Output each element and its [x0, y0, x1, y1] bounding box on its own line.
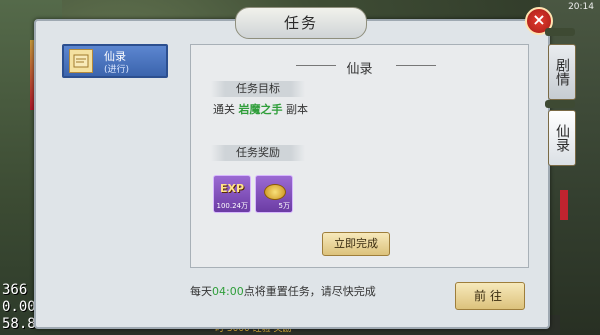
divider-right	[396, 65, 436, 66]
reward-coin[interactable]: 5万	[255, 175, 293, 213]
scroll-icon	[69, 49, 93, 73]
goal-dungeon-name: 岩魔之手	[238, 103, 283, 116]
task-detail-title: 仙录	[346, 62, 373, 77]
status-time: 20:14	[568, 2, 594, 12]
copper-coin-icon	[264, 184, 286, 200]
task-goal: 通关 岩魔之手 副本	[213, 101, 308, 117]
task-list-status: (进行)	[104, 65, 130, 75]
complete-now-button[interactable]: 立即完成	[322, 232, 390, 256]
notice-prefix: 每天	[190, 285, 212, 298]
tab-knob-icon	[545, 28, 575, 36]
notice-time: 04:00	[212, 285, 244, 298]
goal-suffix: 副本	[282, 103, 308, 116]
tassel-icon	[560, 190, 568, 220]
reward-exp[interactable]: EXP 100.24万	[213, 175, 251, 213]
reward-heading: 任务奖励	[211, 145, 305, 161]
reset-notice: 每天04:00点将重置任务，请尽快完成	[190, 283, 376, 299]
tab-xianlu[interactable]: 仙录	[548, 110, 576, 166]
task-list-item[interactable]: 仙录 (进行)	[62, 44, 168, 78]
tab-story[interactable]: 剧情	[548, 44, 576, 100]
reward-count: 5万	[278, 202, 290, 210]
dialog-title-tab: 任务	[235, 7, 367, 39]
notice-suffix: 点将重置任务，请尽快完成	[243, 285, 376, 298]
goal-heading: 任务目标	[211, 81, 305, 97]
go-button[interactable]: 前往	[455, 282, 525, 310]
reward-count: 100.24万	[216, 202, 249, 210]
dialog-title: 任务	[283, 14, 318, 32]
tab-knob-icon	[545, 100, 575, 108]
goal-prefix: 通关	[213, 103, 239, 116]
exp-icon: EXP	[219, 182, 245, 195]
